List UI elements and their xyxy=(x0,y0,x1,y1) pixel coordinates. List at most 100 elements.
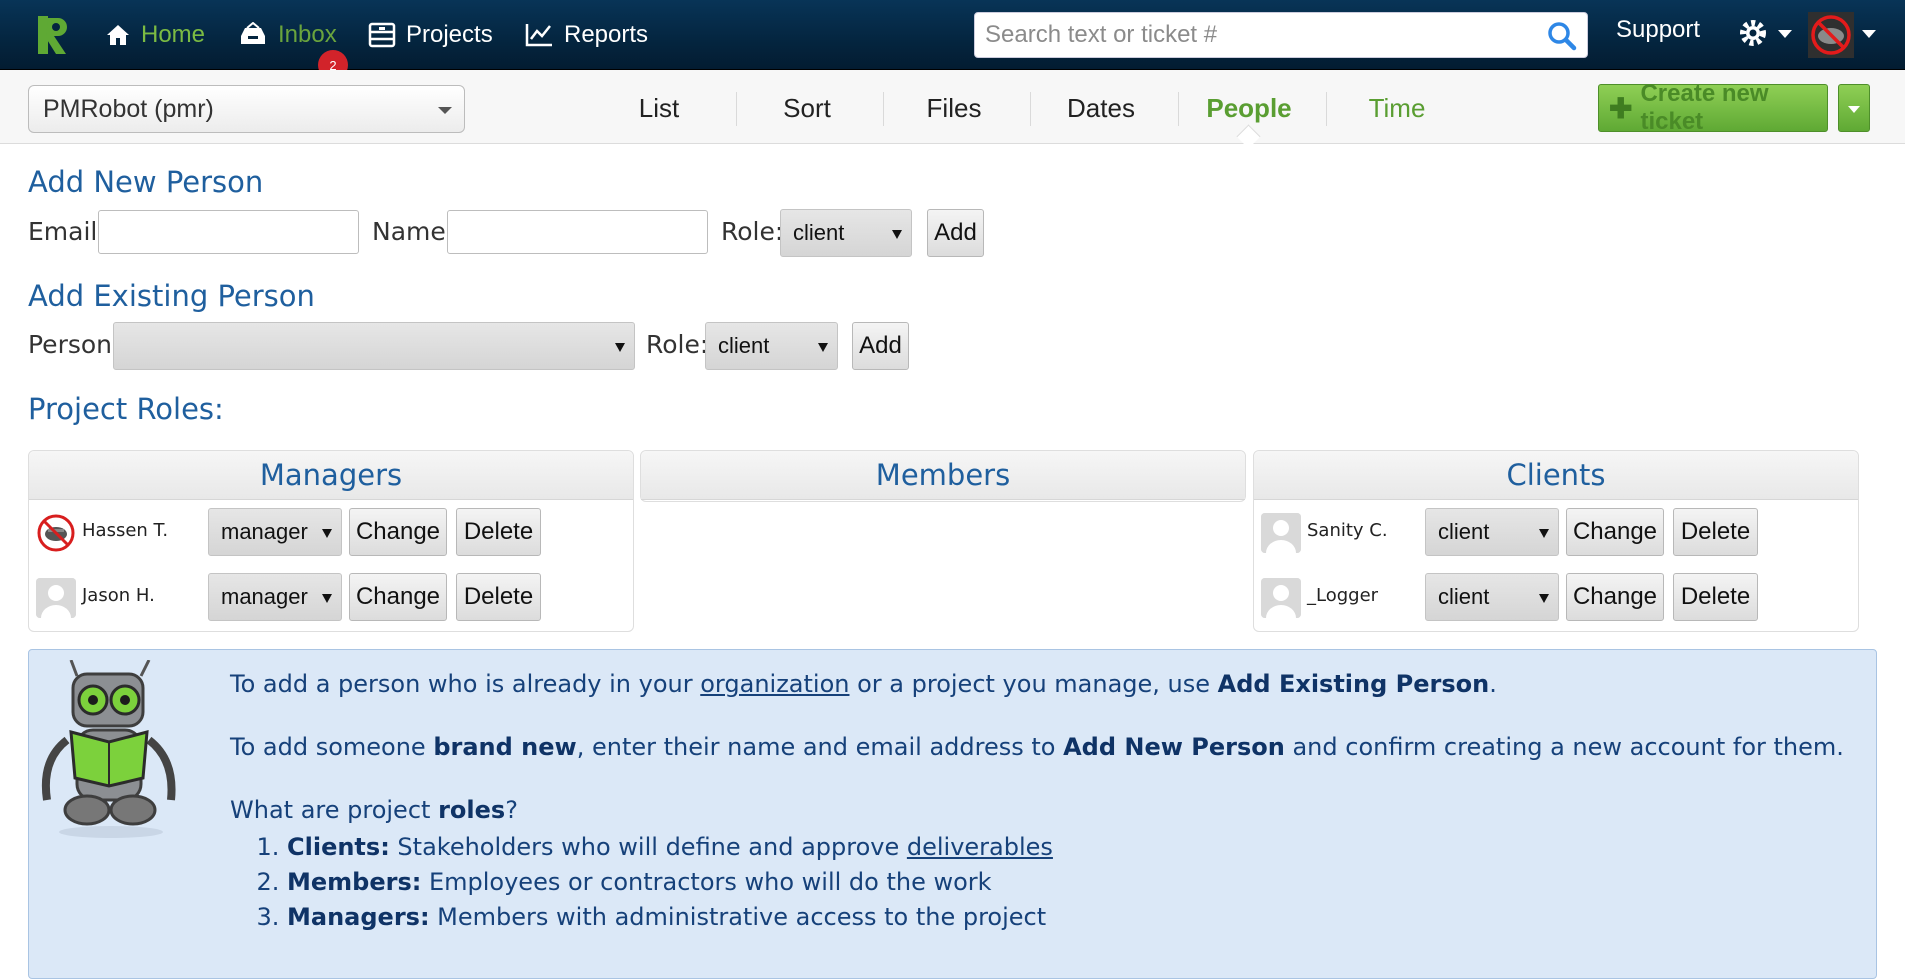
new-person-role-select[interactable]: client xyxy=(780,209,912,257)
person-name: Jason H. xyxy=(82,585,155,606)
person-name: Sanity C. xyxy=(1307,520,1388,541)
role-label: Role: xyxy=(721,217,784,246)
tab-sort[interactable]: Sort xyxy=(748,88,866,128)
delete-person-button[interactable]: Delete xyxy=(1673,508,1758,556)
help-bold-text: Add Existing Person xyxy=(1217,670,1490,698)
list-item: Managers: Members with administrative ac… xyxy=(287,900,1850,935)
person-role-select[interactable]: manager xyxy=(208,508,342,556)
tab-list[interactable]: List xyxy=(600,88,718,128)
reports-chart-icon xyxy=(525,24,552,47)
help-text-fragment: ? xyxy=(505,796,518,824)
change-role-button[interactable]: Change xyxy=(349,573,447,621)
clients-panel: Clients Sanity C. client Change Delete _… xyxy=(1253,450,1859,632)
change-role-button[interactable]: Change xyxy=(1566,573,1664,621)
create-ticket-label: Create new ticket xyxy=(1640,80,1769,135)
no-bug-icon xyxy=(37,514,75,552)
nav-reports-label: Reports xyxy=(564,21,649,48)
change-role-button[interactable]: Change xyxy=(1566,508,1664,556)
chevron-down-icon xyxy=(892,230,902,239)
person-role-select[interactable]: manager xyxy=(208,573,342,621)
home-icon xyxy=(107,25,129,45)
chevron-down-icon xyxy=(1848,106,1860,113)
add-new-person-button[interactable]: Add xyxy=(927,209,984,257)
chevron-down-icon xyxy=(1539,529,1549,538)
email-field[interactable] xyxy=(98,210,359,254)
search-input[interactable] xyxy=(983,20,1527,50)
person-avatar xyxy=(36,578,76,618)
help-text-fragment: What are project xyxy=(230,796,439,824)
default-avatar-icon xyxy=(36,578,76,618)
email-label: Email: xyxy=(28,217,106,246)
person-avatar xyxy=(1261,513,1301,553)
create-ticket-button[interactable]: ✚ Create new ticket xyxy=(1598,80,1828,135)
person-avatar xyxy=(1261,578,1301,618)
tab-dates[interactable]: Dates xyxy=(1042,88,1160,128)
role-description: Members with administrative access to th… xyxy=(429,903,1047,931)
managers-panel: Managers Hassen T. manager Change Delete xyxy=(28,450,634,632)
app-logo[interactable] xyxy=(36,14,76,56)
search-icon[interactable] xyxy=(1547,21,1577,51)
support-link[interactable]: Support xyxy=(1616,16,1700,44)
organization-link[interactable]: organization xyxy=(700,670,849,698)
chevron-down-icon xyxy=(438,107,452,114)
nav-home[interactable]: Home xyxy=(105,18,205,52)
tab-time[interactable]: Time xyxy=(1338,88,1456,128)
project-toolbar: PMRobot (pmr) List Sort Files Dates Peop… xyxy=(0,70,1905,149)
person-row: _Logger client Change Delete xyxy=(1254,565,1858,630)
help-text-fragment: To add someone xyxy=(230,733,434,761)
default-avatar-icon xyxy=(1261,513,1301,553)
project-select[interactable]: PMRobot (pmr) xyxy=(28,85,465,133)
user-avatar[interactable] xyxy=(1808,12,1854,58)
robot-reading-icon xyxy=(41,660,176,838)
gear-icon[interactable] xyxy=(1738,18,1768,48)
tab-divider xyxy=(1178,92,1179,126)
list-item: Clients: Stakeholders who will define an… xyxy=(287,830,1850,865)
delete-person-button[interactable]: Delete xyxy=(1673,573,1758,621)
projects-icon xyxy=(368,22,396,48)
person-role-select[interactable]: client xyxy=(1425,508,1559,556)
default-avatar-icon xyxy=(1261,578,1301,618)
search-box[interactable] xyxy=(974,12,1588,58)
person-avatar xyxy=(36,513,76,553)
existing-person-select[interactable] xyxy=(113,322,635,370)
tab-people[interactable]: People xyxy=(1190,88,1308,128)
chevron-down-icon xyxy=(818,343,828,352)
role-select-value: client xyxy=(1438,519,1490,544)
role-term: Managers: xyxy=(287,903,430,931)
existing-person-role-select[interactable]: client xyxy=(705,322,838,370)
tab-files[interactable]: Files xyxy=(895,88,1013,128)
person-label: Person: xyxy=(28,330,121,359)
help-text-fragment: , enter their name and email address to xyxy=(576,733,1064,761)
name-field[interactable] xyxy=(447,210,708,254)
help-text-fragment: To add a person who is already in your xyxy=(230,670,701,698)
nav-reports[interactable]: Reports xyxy=(524,18,648,52)
person-row: Hassen T. manager Change Delete xyxy=(29,500,633,565)
plus-icon: ✚ xyxy=(1609,92,1633,124)
add-existing-person-button[interactable]: Add xyxy=(852,322,909,370)
nav-projects[interactable]: Projects xyxy=(368,18,493,52)
person-row: Sanity C. client Change Delete xyxy=(1254,500,1858,565)
help-paragraph: What are project roles? xyxy=(230,796,1850,824)
chevron-down-icon xyxy=(1539,594,1549,603)
project-roles-heading: Project Roles: xyxy=(28,392,224,426)
roles-list: Clients: Stakeholders who will define an… xyxy=(230,830,1850,935)
chevron-down-icon xyxy=(322,529,332,538)
tab-divider xyxy=(1030,92,1031,126)
change-role-button[interactable]: Change xyxy=(349,508,447,556)
add-new-person-heading: Add New Person xyxy=(28,165,264,199)
tab-divider xyxy=(1326,92,1327,126)
project-select-value: PMRobot (pmr) xyxy=(43,94,214,123)
create-ticket-dropdown-button[interactable] xyxy=(1838,84,1870,132)
person-name: Hassen T. xyxy=(82,520,169,541)
managers-panel-title: Managers xyxy=(29,451,633,500)
delete-person-button[interactable]: Delete xyxy=(456,573,541,621)
nav-inbox-label: Inbox xyxy=(278,21,337,48)
role-description: Stakeholders who will define and approve xyxy=(389,833,907,861)
person-role-select[interactable]: client xyxy=(1425,573,1559,621)
role-description: Employees or contractors who will do the… xyxy=(421,868,992,896)
settings-chevron-down-icon[interactable] xyxy=(1778,30,1792,38)
delete-person-button[interactable]: Delete xyxy=(456,508,541,556)
nav-inbox[interactable]: Inbox xyxy=(238,18,337,52)
user-menu-chevron-down-icon[interactable] xyxy=(1862,30,1876,38)
deliverables-link[interactable]: deliverables xyxy=(907,833,1053,861)
